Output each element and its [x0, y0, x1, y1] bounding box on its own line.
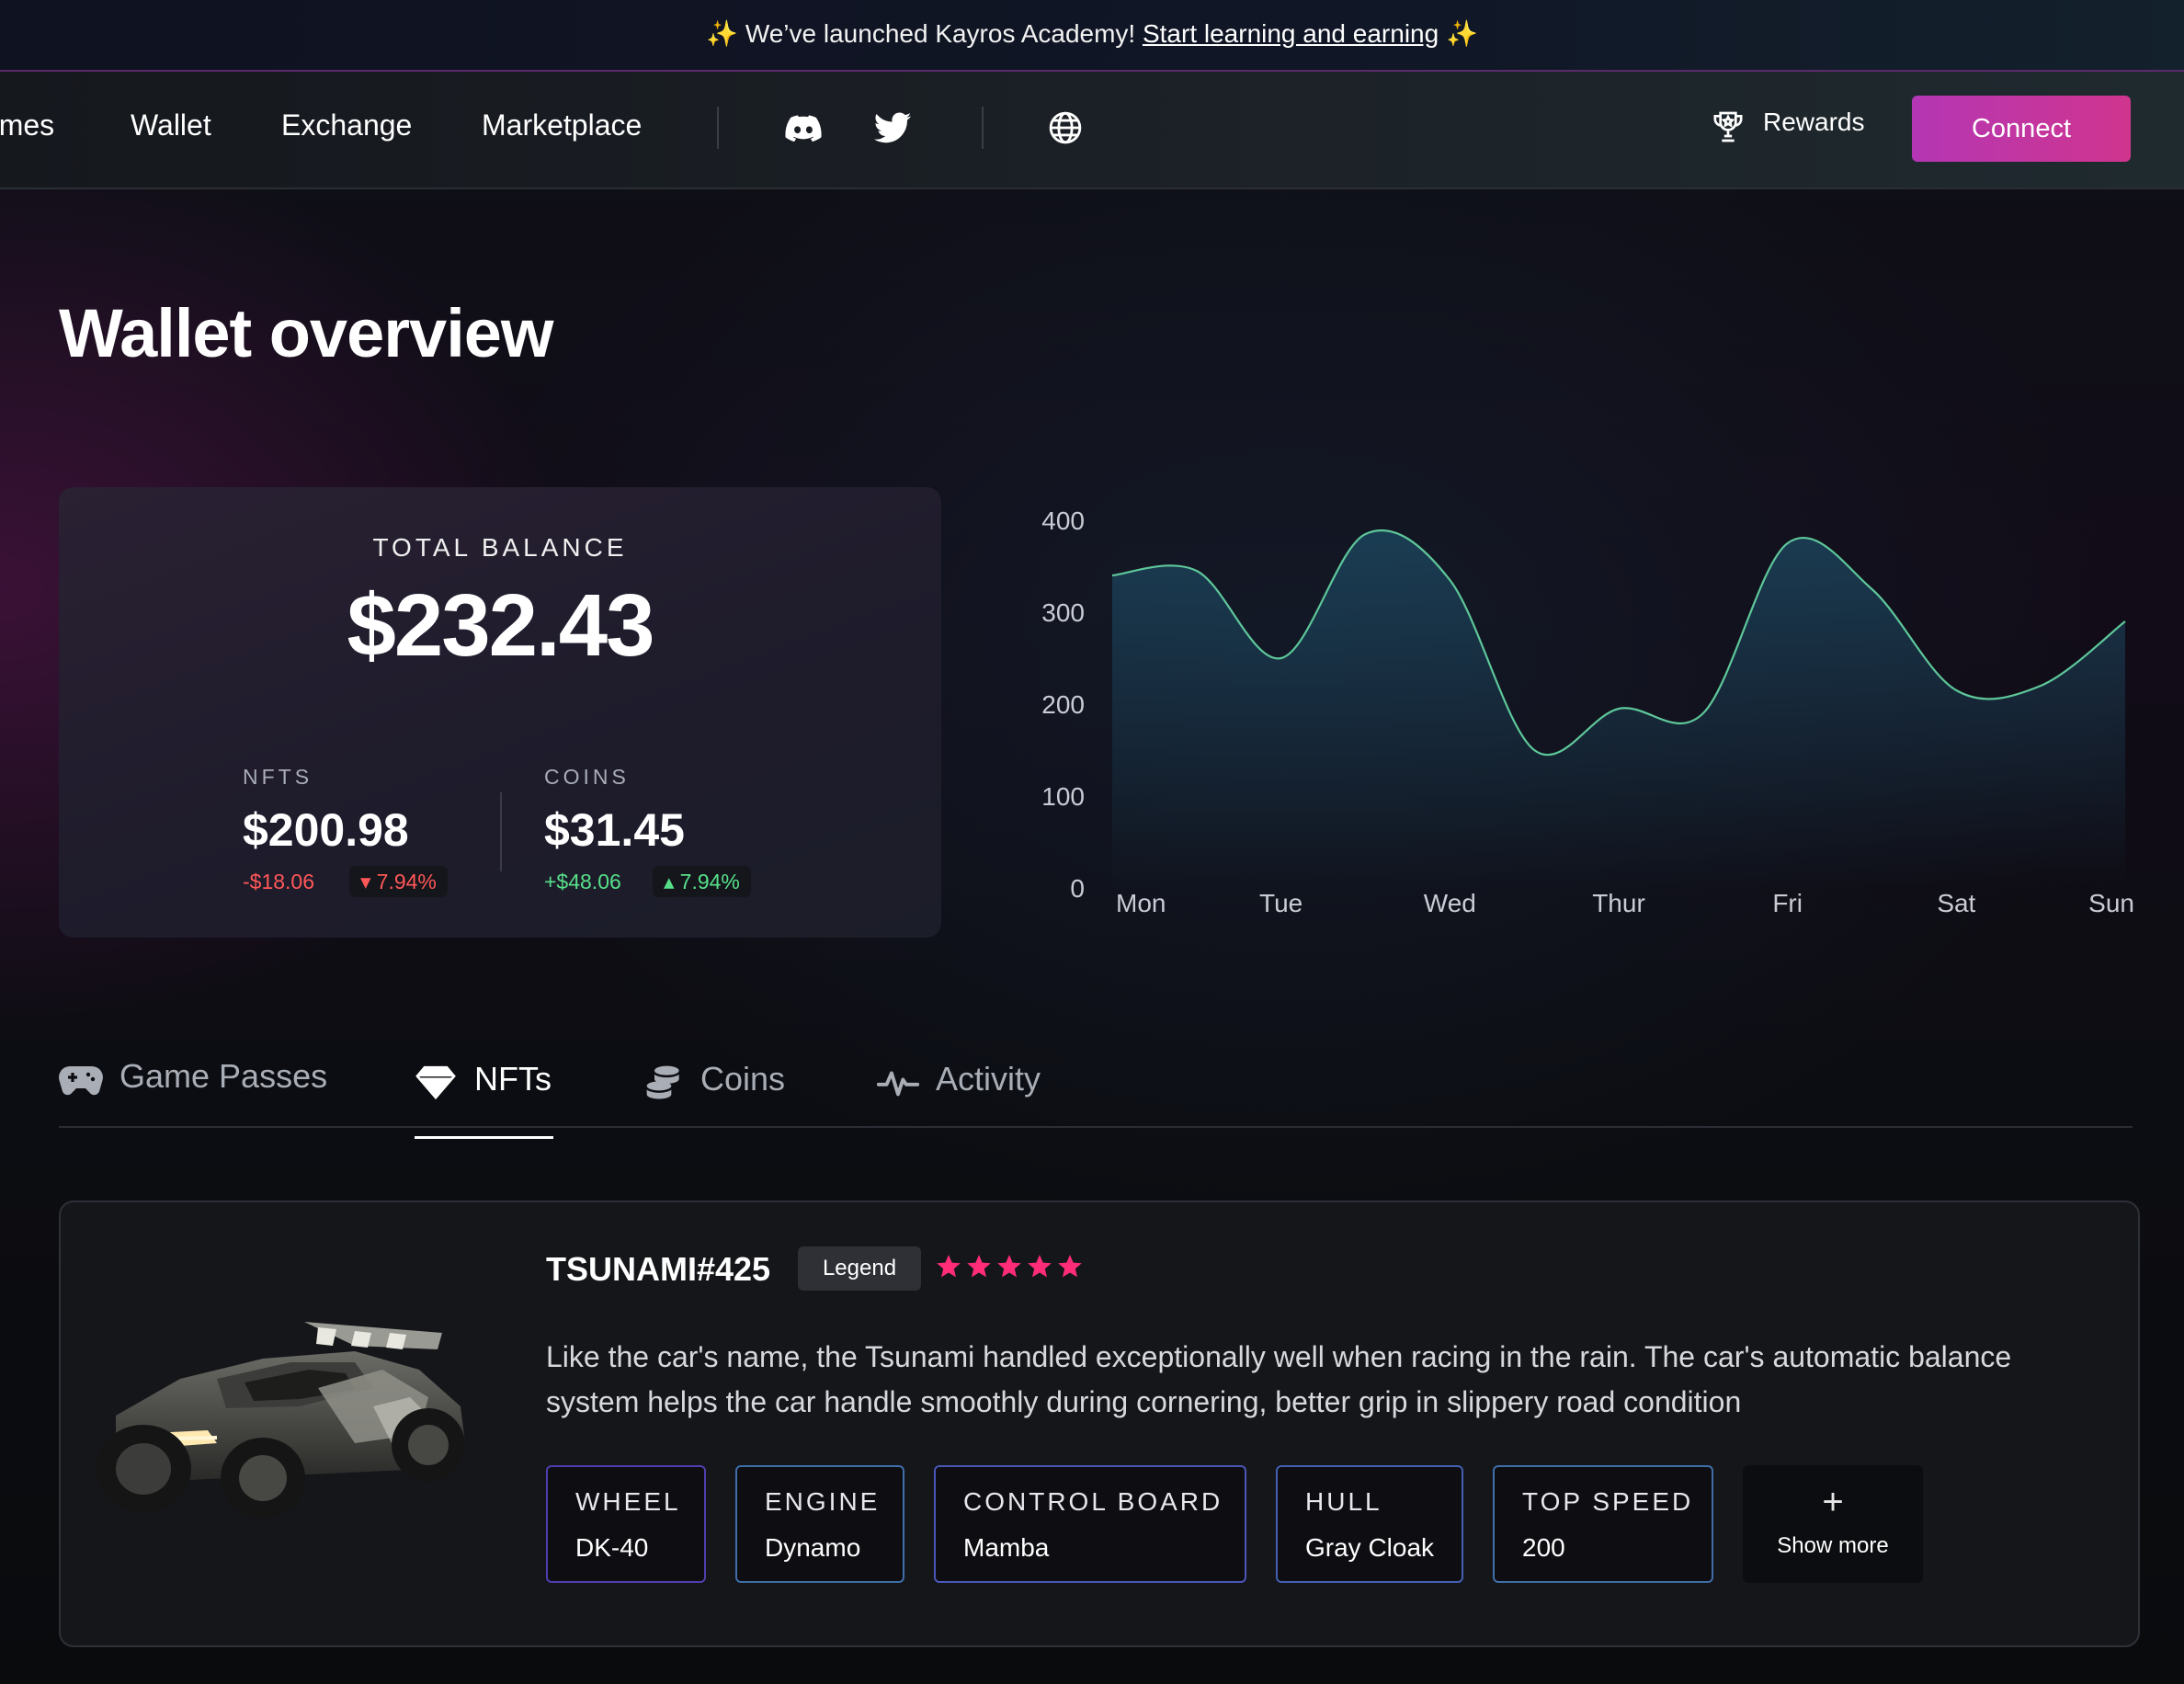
attribute-value: Gray Cloak	[1305, 1533, 1435, 1562]
nfts-value: $200.98	[243, 804, 409, 856]
y-tick-label: 300	[1041, 598, 1085, 627]
caret-down-icon: ▾	[360, 870, 371, 893]
sparkles-icon: ✨	[1445, 19, 1478, 48]
x-tick-label: Mon	[1116, 889, 1166, 917]
attribute-wheel: WHEEL DK-40	[546, 1465, 706, 1583]
coins-change-percent: 7.94%	[679, 870, 740, 893]
x-tick-label: Tue	[1259, 889, 1302, 917]
total-balance-label: TOTAL BALANCE	[372, 533, 628, 562]
attribute-key: CONTROL BOARD	[963, 1487, 1223, 1516]
tab-game-passes-label[interactable]: Game Passes	[119, 1057, 327, 1096]
rewards-link[interactable]: Rewards	[1763, 108, 1864, 137]
nfts-change-percent: 7.94%	[376, 870, 437, 893]
attribute-value: 200	[1522, 1533, 1565, 1562]
nav-link-exchange[interactable]: Exchange	[281, 108, 412, 142]
plus-icon: +	[1822, 1482, 1844, 1522]
tabs-divider	[59, 1126, 2133, 1128]
announcement-link[interactable]: Start learning and earning	[1143, 19, 1439, 48]
nav-link-wallet[interactable]: Wallet	[131, 108, 211, 142]
tab-coins[interactable]	[645, 1064, 682, 1106]
attribute-key: ENGINE	[765, 1487, 881, 1516]
nav-link-marketplace[interactable]: Marketplace	[482, 108, 642, 142]
caret-up-icon: ▴	[664, 870, 675, 893]
x-tick-label: Sun	[2088, 889, 2134, 917]
balance-divider	[500, 792, 502, 871]
total-balance-value: $232.43	[347, 576, 654, 675]
rating-stars	[934, 1252, 1086, 1288]
tab-nfts[interactable]	[415, 1064, 456, 1106]
nav-divider	[982, 107, 984, 149]
x-tick-label: Sat	[1937, 889, 1975, 917]
announcement-bar: ✨ We’ve launched Kayros Academy! Start l…	[0, 0, 2184, 72]
y-tick-label: 100	[1041, 782, 1085, 811]
nft-description: Like the car's name, the Tsunami handled…	[546, 1340, 2012, 1418]
nft-name: TSUNAMI#425	[546, 1250, 771, 1288]
tab-activity-label[interactable]: Activity	[936, 1060, 1041, 1098]
tab-coins-label[interactable]: Coins	[700, 1060, 785, 1098]
star-icon	[937, 1255, 961, 1278]
connect-button[interactable]: Connect	[1912, 96, 2131, 162]
y-tick-label: 0	[1070, 874, 1085, 903]
attribute-engine: ENGINE Dynamo	[735, 1465, 904, 1583]
coins-value: $31.45	[544, 804, 685, 856]
attribute-top-speed: TOP SPEED 200	[1493, 1465, 1713, 1583]
star-icon	[997, 1255, 1021, 1278]
x-tick-label: Wed	[1424, 889, 1476, 917]
y-tick-label: 200	[1041, 690, 1085, 719]
nav-link-games[interactable]: Games	[0, 108, 54, 142]
coins-change-badge: ▴ 7.94%	[653, 866, 751, 897]
star-icon	[967, 1255, 991, 1278]
attribute-key: WHEEL	[575, 1487, 681, 1516]
attribute-hull: HULL Gray Cloak	[1276, 1465, 1463, 1583]
discord-icon[interactable]	[783, 108, 824, 149]
nav-divider	[717, 107, 719, 149]
tab-nfts-label[interactable]: NFTs	[474, 1060, 552, 1098]
active-tab-indicator	[415, 1136, 553, 1139]
attribute-key: TOP SPEED	[1522, 1487, 1694, 1516]
coins-label: COINS	[544, 765, 630, 789]
coins-change: +$48.06	[544, 870, 621, 893]
globe-icon[interactable]	[1048, 110, 1083, 145]
page-title: Wallet overview	[59, 295, 553, 371]
trophy-icon	[1713, 111, 1743, 142]
nfts-label: NFTS	[243, 765, 313, 789]
show-more-label: Show more	[1777, 1533, 1889, 1558]
attribute-control-board: CONTROL BOARD Mamba	[934, 1465, 1246, 1583]
attribute-value: DK-40	[575, 1533, 649, 1562]
star-icon	[1058, 1255, 1082, 1278]
nfts-change: -$18.06	[243, 870, 315, 893]
sparkles-icon: ✨	[706, 19, 739, 48]
y-tick-label: 400	[1041, 506, 1085, 535]
attribute-value: Mamba	[963, 1533, 1050, 1562]
announcement-text: We’ve launched Kayros Academy!	[745, 19, 1136, 48]
attribute-value: Dynamo	[765, 1533, 861, 1562]
coins-icon	[646, 1065, 679, 1099]
diamond-icon	[415, 1065, 456, 1100]
balance-chart: 0 100 200 300 400 Mon Tue Wed Thur Fri Sat Sun	[1041, 506, 2134, 917]
car-image[interactable]	[79, 1305, 483, 1526]
activity-icon	[876, 1071, 920, 1097]
gamepad-icon	[59, 1066, 103, 1096]
nfts-change-badge: ▾ 7.94%	[349, 866, 448, 897]
twitter-icon[interactable]	[871, 108, 914, 149]
tab-activity[interactable]	[876, 1066, 920, 1104]
x-tick-label: Thur	[1592, 889, 1645, 917]
star-icon	[1028, 1255, 1052, 1278]
rarity-badge: Legend	[798, 1246, 921, 1291]
x-tick-label: Fri	[1772, 889, 1803, 917]
show-more-button[interactable]: + Show more	[1743, 1465, 1923, 1583]
attribute-key: HULL	[1305, 1487, 1382, 1516]
tab-game-passes[interactable]	[59, 1064, 103, 1102]
